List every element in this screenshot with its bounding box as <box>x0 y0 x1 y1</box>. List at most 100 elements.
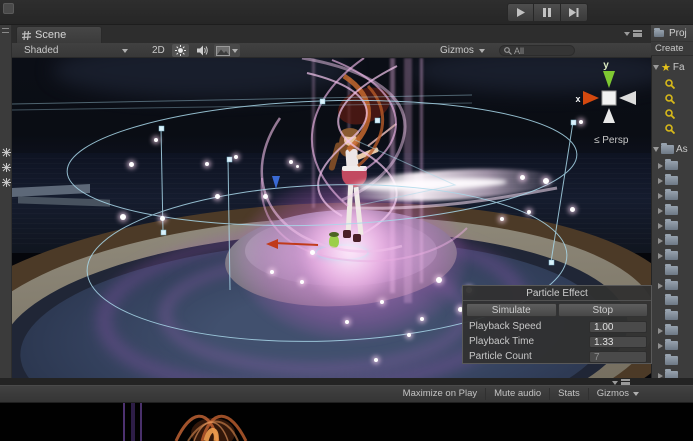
scene-search-input[interactable]: All <box>499 45 575 56</box>
create-button[interactable]: Create <box>651 42 693 56</box>
tree-item-favorites[interactable]: ★ Fa <box>651 60 693 75</box>
collapse-arrow-icon[interactable] <box>658 222 663 229</box>
game-toolbar-stats[interactable]: Stats <box>549 388 588 400</box>
gizmos-label: Gizmos <box>440 45 474 56</box>
tree-item-folder[interactable] <box>651 173 693 188</box>
collapse-arrow-icon[interactable] <box>658 192 663 199</box>
project-tab-label: Proj <box>669 27 687 39</box>
tree-item-folder[interactable] <box>651 338 693 353</box>
collapse-arrow-icon[interactable] <box>658 282 663 289</box>
particle-dot <box>120 214 126 220</box>
game-viewport[interactable] <box>0 403 693 441</box>
pause-button[interactable] <box>534 3 561 22</box>
purple-streak <box>131 403 135 441</box>
collapse-arrow-icon[interactable] <box>658 252 663 259</box>
axis-y-label: y <box>603 60 609 71</box>
folder-icon <box>665 219 678 230</box>
tree-item-folder[interactable] <box>651 353 693 368</box>
tree-item-saved-search[interactable] <box>651 106 693 121</box>
field-value[interactable]: 1.33 <box>589 335 647 348</box>
particle-dot <box>527 210 531 214</box>
search-query-icon <box>665 123 675 134</box>
expand-arrow-icon[interactable] <box>653 65 659 70</box>
particle-dot <box>374 358 378 362</box>
collapse-arrow-icon[interactable] <box>658 177 663 184</box>
particle-effect-panel: Particle Effect Simulate Stop Playback Sp… <box>462 285 652 364</box>
playmode-controls <box>507 3 588 22</box>
particle-panel-rows: Playback Speed 1.00 Playback Time 1.33 Parti… <box>463 319 651 364</box>
scene-lighting-toggle[interactable] <box>172 44 189 57</box>
field-value[interactable]: 1.00 <box>589 320 647 333</box>
draw-mode-dropdown[interactable]: Shaded <box>20 44 132 57</box>
tree-item-saved-search[interactable] <box>651 121 693 136</box>
collapse-arrow-icon[interactable] <box>658 237 663 244</box>
field-label: Playback Speed <box>469 321 542 332</box>
sun-icon <box>175 45 186 56</box>
particle-dot <box>154 138 158 142</box>
play-button[interactable] <box>507 3 534 22</box>
folder-icon <box>665 174 678 185</box>
collapse-arrow-icon[interactable] <box>658 327 663 334</box>
search-query-icon <box>665 108 675 119</box>
particle-panel-buttons: Simulate Stop <box>463 301 651 319</box>
tree-item-folder[interactable] <box>651 263 693 278</box>
tree-item-saved-search[interactable] <box>651 76 693 91</box>
folder-icon <box>665 294 678 305</box>
step-button[interactable] <box>561 3 588 22</box>
toggle-2d-button[interactable]: 2D <box>148 44 169 57</box>
simulate-button[interactable]: Simulate <box>466 303 557 317</box>
dock-handle-icon[interactable] <box>2 28 9 33</box>
purple-streak <box>140 403 142 441</box>
collapse-arrow-icon[interactable] <box>658 342 663 349</box>
search-query-icon <box>665 93 675 104</box>
tool-button[interactable] <box>3 3 14 14</box>
tree-item-folder[interactable] <box>651 158 693 173</box>
assets-label: As <box>676 144 688 155</box>
tree-item-assets[interactable]: As <box>651 142 693 157</box>
scene-audio-toggle[interactable] <box>194 44 211 57</box>
folder-icon <box>665 309 678 320</box>
gizmos-dropdown[interactable]: Gizmos <box>440 44 485 57</box>
collapse-arrow-icon[interactable] <box>658 162 663 169</box>
favorites-star-icon: ★ <box>661 61 671 74</box>
game-toolbar-gizmos[interactable]: Gizmos <box>587 388 647 400</box>
tree-item-folder[interactable] <box>651 278 693 293</box>
particle-dot <box>205 162 209 166</box>
particle-panel-row: Playback Time 1.33 <box>463 334 651 349</box>
scene-orientation-gizmo[interactable]: y x ≤ Persp <box>570 58 651 153</box>
hamburger-icon <box>633 30 642 37</box>
folder-icon <box>665 339 678 350</box>
tree-item-folder[interactable] <box>651 203 693 218</box>
particle-dot <box>500 217 504 221</box>
scene-effects-toggle[interactable] <box>214 44 240 57</box>
collapse-arrow-icon[interactable] <box>658 207 663 214</box>
stop-button[interactable]: Stop <box>557 303 648 317</box>
game-toolbar-maximize-on-play[interactable]: Maximize on Play <box>395 388 485 400</box>
speaker-icon <box>196 45 208 56</box>
tree-item-saved-search[interactable] <box>651 91 693 106</box>
z-axis-cone <box>619 91 636 105</box>
tree-item-folder[interactable] <box>651 293 693 308</box>
folder-icon <box>665 204 678 215</box>
particle-dot <box>263 194 268 199</box>
folder-icon <box>654 27 664 37</box>
tree-item-folder[interactable] <box>651 248 693 263</box>
tab-project[interactable]: Proj <box>651 25 693 42</box>
y-axis-cone <box>603 71 615 88</box>
tree-item-folder[interactable] <box>651 308 693 323</box>
field-label: Playback Time <box>469 336 535 347</box>
scene-panel-menu-icon[interactable] <box>624 30 642 37</box>
tree-item-folder[interactable] <box>651 323 693 338</box>
search-scope-label: All <box>514 45 525 56</box>
main-toolbar <box>0 0 693 25</box>
particle-dot <box>270 270 274 274</box>
particle-panel-row: Particle Count 7 <box>463 349 651 364</box>
tree-item-folder[interactable] <box>651 188 693 203</box>
tab-scene[interactable]: Scene <box>16 26 102 43</box>
tree-item-folder[interactable] <box>651 233 693 248</box>
game-toolbar-mute-audio[interactable]: Mute audio <box>485 388 549 400</box>
draw-mode-label: Shaded <box>24 45 59 56</box>
expand-arrow-icon[interactable] <box>653 147 659 152</box>
folder-icon <box>665 234 678 245</box>
tree-item-folder[interactable] <box>651 218 693 233</box>
